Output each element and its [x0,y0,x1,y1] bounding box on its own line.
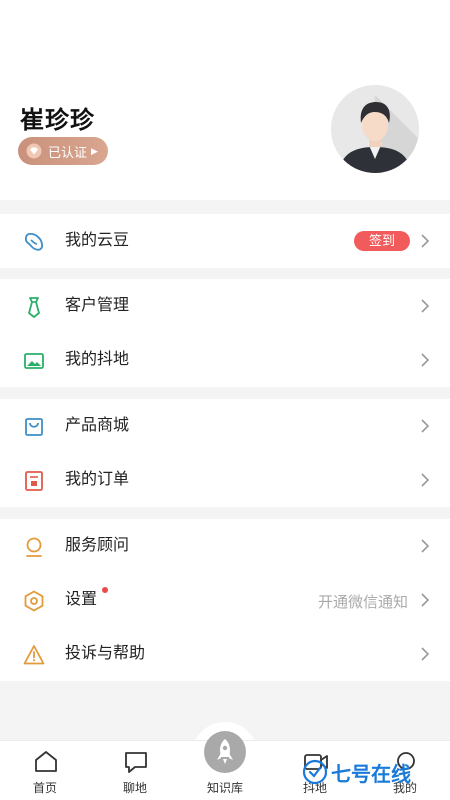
tab-home[interactable]: 首页 [0,741,90,800]
watermark: 七号在线 [302,752,411,792]
menu-item-my-orders[interactable]: 我的订单 [0,453,450,507]
menu-item-label: 客户管理 [65,297,130,314]
tie-icon [28,297,40,318]
wechat-notify-text: 开通微信通知 [317,594,408,611]
order-icon [25,471,43,491]
menu-item-label: 我的订单 [65,471,130,488]
sign-in-badge[interactable]: 签到 [354,231,410,251]
tab-chat[interactable]: 聊地 [90,741,180,800]
tab-label: 首页 [32,781,57,795]
bag-icon [25,418,43,436]
chevron-right-icon [421,473,430,487]
menu-item-service-advisor[interactable]: 服务顾问 [0,519,450,573]
home-icon [35,751,57,772]
menu-item-label: 我的云豆 [65,232,130,249]
tab-label: 聊地 [122,781,147,795]
watermark-logo-icon [302,759,328,785]
menu-item-my-doudi[interactable]: 我的抖地 [0,333,450,387]
bean-icon [24,232,44,251]
person-avatar-icon [331,85,419,173]
chevron-right-icon [421,353,430,367]
watermark-text: 七号在线 [331,763,411,786]
user-name: 崔珍珍 [20,107,95,134]
chat-icon [125,752,147,773]
image-icon [24,353,44,369]
rocket-icon [217,739,233,764]
verified-label: 已认证 [48,144,88,160]
menu-item-settings[interactable]: 设置 开通微信通知 [0,573,450,627]
chevron-right-icon [421,593,430,607]
menu-item-label: 服务顾问 [65,537,130,554]
verified-badge[interactable]: 已认证 ▶ [18,137,108,165]
menu-section-2: 客户管理 我的抖地 [0,279,450,387]
menu-item-label: 设置 [65,591,98,608]
menu-item-label: 我的抖地 [65,351,130,368]
menu-item-product-mall[interactable]: 产品商城 [0,399,450,453]
chevron-right-icon [421,419,430,433]
caret-right-icon: ▶ [91,145,98,156]
menu-section-3: 产品商城 我的订单 [0,399,450,507]
menu-section-4: 服务顾问 设置 开通微信通知 投诉与帮助 [0,519,450,681]
knowledge-base-button[interactable] [204,731,246,773]
menu-item-label: 产品商城 [65,417,130,434]
profile-header: 崔珍珍 已认证 ▶ [0,0,450,200]
chevron-right-icon [421,234,430,248]
tab-label: 知识库 [206,781,243,795]
diamond-icon [26,143,42,159]
chevron-right-icon [421,647,430,661]
settings-icon [24,590,44,612]
advisor-icon [26,537,42,557]
warning-icon [23,645,45,665]
menu-item-complaint-help[interactable]: 投诉与帮助 [0,627,450,681]
menu-item-label: 投诉与帮助 [65,645,146,662]
avatar[interactable] [331,85,419,173]
notification-dot [102,587,108,593]
chevron-right-icon [421,539,430,553]
menu-item-customer-management[interactable]: 客户管理 [0,279,450,333]
chevron-right-icon [421,299,430,313]
